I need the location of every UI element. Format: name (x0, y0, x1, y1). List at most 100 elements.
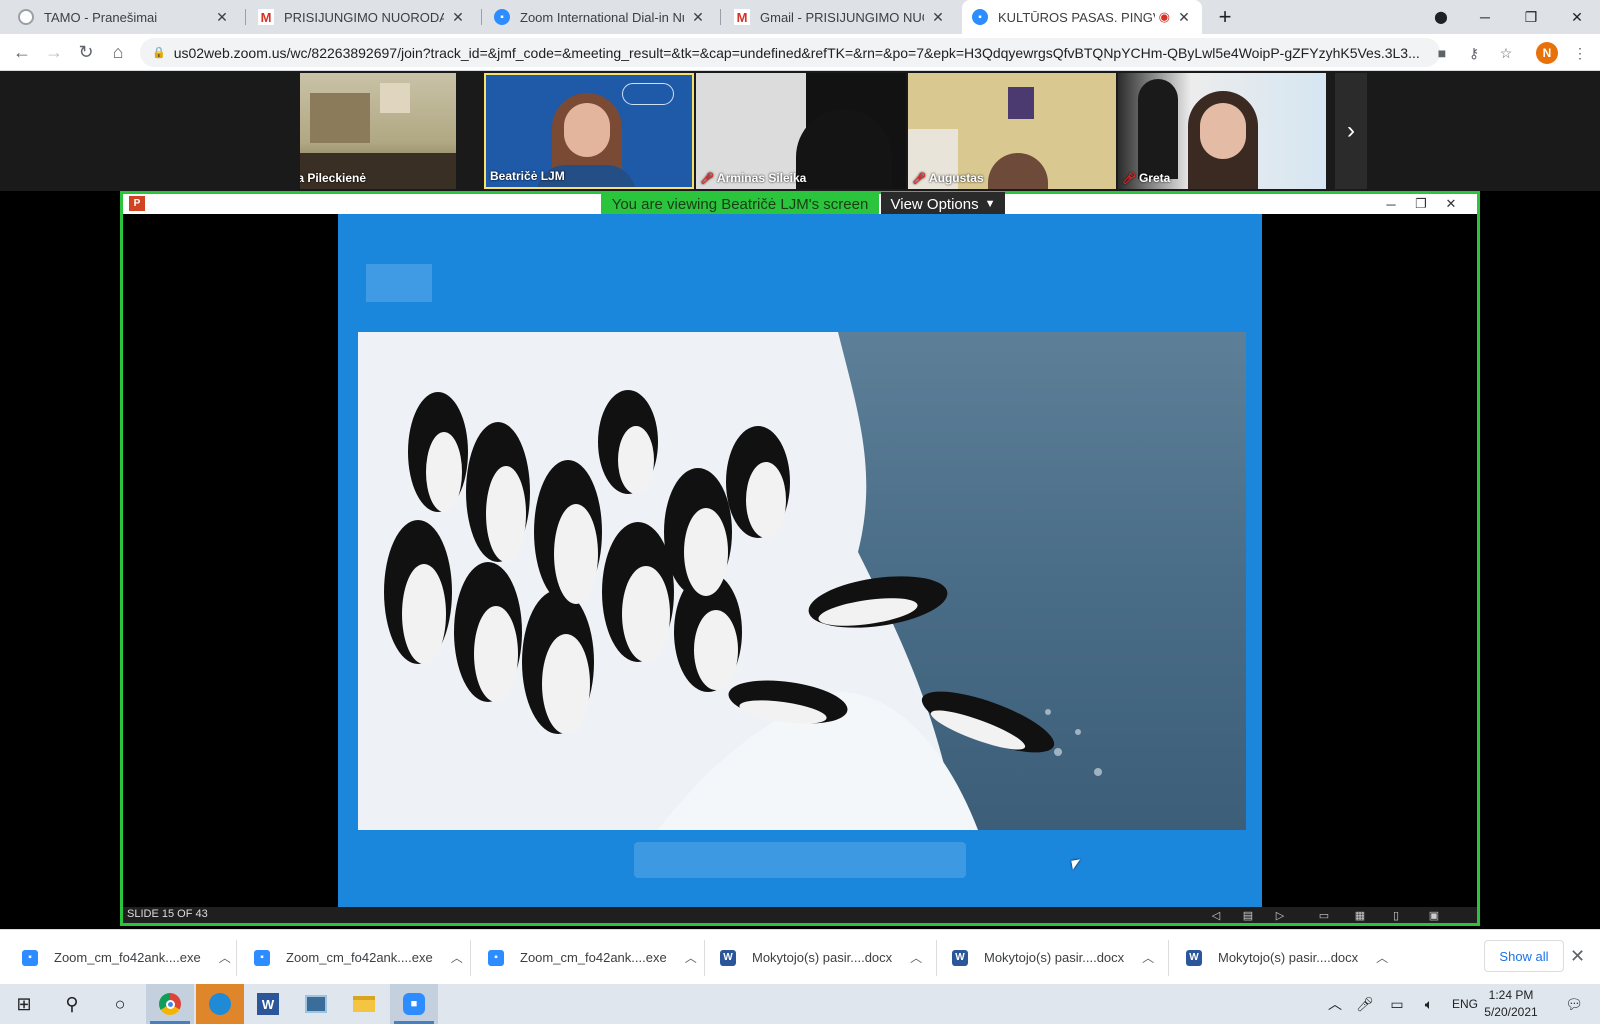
zoom-icon[interactable]: ■ (390, 984, 438, 1024)
close-icon: ✕ (1445, 196, 1457, 211)
participant-video[interactable]: 🎤︎ Arminas Sileika (696, 73, 906, 189)
download-filename: Mokytojo(s) pasir....docx (1218, 950, 1359, 965)
download-item[interactable]: W Mokytojo(s) pasir....docx ︿ (952, 930, 1154, 985)
close-icon[interactable]: ✕ (690, 9, 706, 26)
lock-icon: 🔒 (152, 47, 166, 59)
cortana-icon[interactable]: ○ (96, 984, 144, 1024)
key-icon[interactable]: ⚷ (1464, 43, 1484, 63)
tab-kulturos-pasas[interactable]: ▪ KULTŪROS PASAS. PINGVINA ◉ ✕ (962, 0, 1202, 34)
slide-sorter-icon: ▦ (1354, 909, 1366, 922)
address-bar[interactable]: 🔒 us02web.zoom.us/wc/82263892697/join?tr… (140, 38, 1440, 67)
download-filename: Zoom_cm_fo42ank....exe (54, 950, 201, 965)
download-item[interactable]: W Mokytojo(s) pasir....docx ︿ (1186, 930, 1388, 985)
zoom-icon: ▪ (488, 949, 504, 966)
app-icon[interactable] (292, 984, 340, 1024)
file-explorer-icon[interactable] (340, 984, 388, 1024)
chevron-up-icon[interactable]: ︿ (219, 949, 231, 966)
participant-video[interactable]: 🎤︎ Augustas (908, 73, 1116, 189)
word-icon: W (1186, 949, 1202, 966)
download-filename: Mokytojo(s) pasir....docx (752, 950, 893, 965)
muted-mic-icon: 🎤︎ (700, 172, 714, 185)
zoom-icon: ▪ (494, 9, 510, 25)
home-icon[interactable]: ⌂ (104, 38, 132, 66)
zoom-icon: ▪ (254, 949, 270, 966)
zoom-icon: ▪ (972, 9, 988, 25)
participant-photo (1200, 103, 1246, 159)
edge-icon[interactable] (196, 984, 244, 1024)
slide-counter: SLIDE 15 OF 43 (127, 908, 208, 920)
tab-gmail-nuoroda[interactable]: M PRISIJUNGIMO NUORODA - npil ✕ (248, 0, 476, 34)
download-item[interactable]: ▪ Zoom_cm_fo42ank....exe ︿ (254, 930, 463, 985)
tab-search-icon[interactable]: ⬤ (1418, 0, 1464, 34)
download-item[interactable]: ▪ Zoom_cm_fo42ank....exe ︿ (22, 930, 231, 985)
view-options-button[interactable]: View Options ▼ (881, 192, 1005, 216)
notifications-icon[interactable]: 💬︎ (1556, 984, 1592, 1024)
gmail-icon: M (258, 9, 274, 25)
windows-start-icon[interactable]: ⊞ (0, 984, 48, 1024)
network-icon[interactable]: ▭ (1384, 984, 1410, 1024)
word-icon[interactable]: W (244, 984, 292, 1024)
download-separator (936, 940, 937, 976)
tamo-icon (18, 9, 34, 25)
close-icon[interactable]: ✕ (930, 9, 946, 26)
search-icon[interactable]: ⚲ (48, 984, 96, 1024)
system-clock[interactable]: 1:24 PM 5/20/2021 (1476, 987, 1546, 1021)
browser-tab-strip: TAMO - Pranešimai ✕ M PRISIJUNGIMO NUORO… (0, 0, 1600, 34)
chevron-up-icon[interactable]: ︿ (685, 949, 697, 966)
back-icon[interactable]: ← (8, 38, 36, 66)
shared-screen-window: P You are viewing Beatričė LJM's screen … (120, 191, 1480, 926)
close-icon[interactable]: ✕ (1570, 946, 1585, 967)
next-participants-chevron-icon[interactable]: › (1335, 73, 1367, 189)
close-window-icon[interactable]: ✕ (1554, 0, 1600, 34)
participant-photo (988, 153, 1048, 189)
camera-icon[interactable]: ■ (1432, 43, 1452, 63)
download-filename: Zoom_cm_fo42ank....exe (286, 950, 433, 965)
participant-name: 🎤︎ Augustas (912, 171, 984, 185)
chevron-up-icon[interactable]: ︿ (910, 949, 922, 966)
close-icon[interactable]: ✕ (450, 9, 466, 26)
download-item[interactable]: W Mokytojo(s) pasir....docx ︿ (720, 930, 922, 985)
tab-label: Gmail - PRISIJUNGIMO NUORODA (760, 9, 924, 25)
tab-gmail-inbox[interactable]: M Gmail - PRISIJUNGIMO NUORODA ✕ (724, 0, 956, 34)
chevron-up-icon[interactable]: ︿ (451, 949, 463, 966)
word-icon: W (952, 949, 968, 966)
new-tab-button[interactable]: + (1202, 0, 1248, 34)
chrome-icon[interactable] (146, 984, 194, 1024)
restore-icon[interactable]: ❐ (1508, 0, 1554, 34)
star-icon[interactable]: ☆ (1496, 43, 1516, 63)
download-separator (236, 940, 237, 976)
tab-label: Zoom International Dial-in Numb (520, 9, 684, 25)
classroom-image (310, 93, 370, 143)
presentation-status-bar: SLIDE 15 OF 43 ◁ ▤ ▷ ▭ ▦ ▯ ▣ (123, 907, 1477, 923)
tab-separator (720, 9, 721, 25)
reload-icon[interactable]: ↻ (72, 38, 100, 66)
chevron-up-icon[interactable]: ︿ (1376, 949, 1388, 966)
logo-icon (622, 83, 674, 105)
minimize-icon[interactable]: ─ (1462, 0, 1508, 34)
chevron-up-icon[interactable]: ︿ (1142, 949, 1154, 966)
close-icon[interactable]: ✕ (214, 9, 230, 26)
painting-image (1008, 87, 1034, 119)
view-options-label: View Options (890, 195, 979, 213)
notes-icon: ▤ (1242, 909, 1254, 922)
menu-icon[interactable]: ⋮ (1570, 43, 1590, 63)
profile-avatar[interactable]: N (1536, 42, 1558, 64)
tab-tamo[interactable]: TAMO - Pranešimai ✕ (8, 0, 240, 34)
close-icon[interactable]: ✕ (1176, 9, 1192, 26)
volume-icon[interactable]: 🔈︎ (1416, 984, 1442, 1024)
download-filename: Zoom_cm_fo42ank....exe (520, 950, 667, 965)
url-text: us02web.zoom.us/wc/82263892697/join?trac… (173, 44, 1420, 61)
show-hidden-icons-chevron-icon[interactable]: ︿ (1322, 984, 1348, 1024)
previous-slide-icon: ◁ (1211, 909, 1221, 922)
microphone-icon[interactable]: 🎤︎ (1352, 984, 1378, 1024)
slideshow-icon: ▣ (1428, 909, 1440, 922)
participant-video-active[interactable]: Beatričė LJM (484, 73, 694, 189)
download-item[interactable]: ▪ Zoom_cm_fo42ank....exe ︿ (488, 930, 697, 985)
participant-video[interactable]: 🎤︎ Greta (1118, 73, 1326, 189)
tab-zoom-dialin[interactable]: ▪ Zoom International Dial-in Numb ✕ (484, 0, 716, 34)
show-all-button[interactable]: Show all (1484, 940, 1564, 972)
presentation-slide (338, 214, 1262, 907)
next-slide-icon: ▷ (1275, 909, 1285, 922)
participant-video[interactable]: Nida Pileckienė (300, 73, 456, 189)
forward-icon[interactable]: → (40, 38, 68, 66)
